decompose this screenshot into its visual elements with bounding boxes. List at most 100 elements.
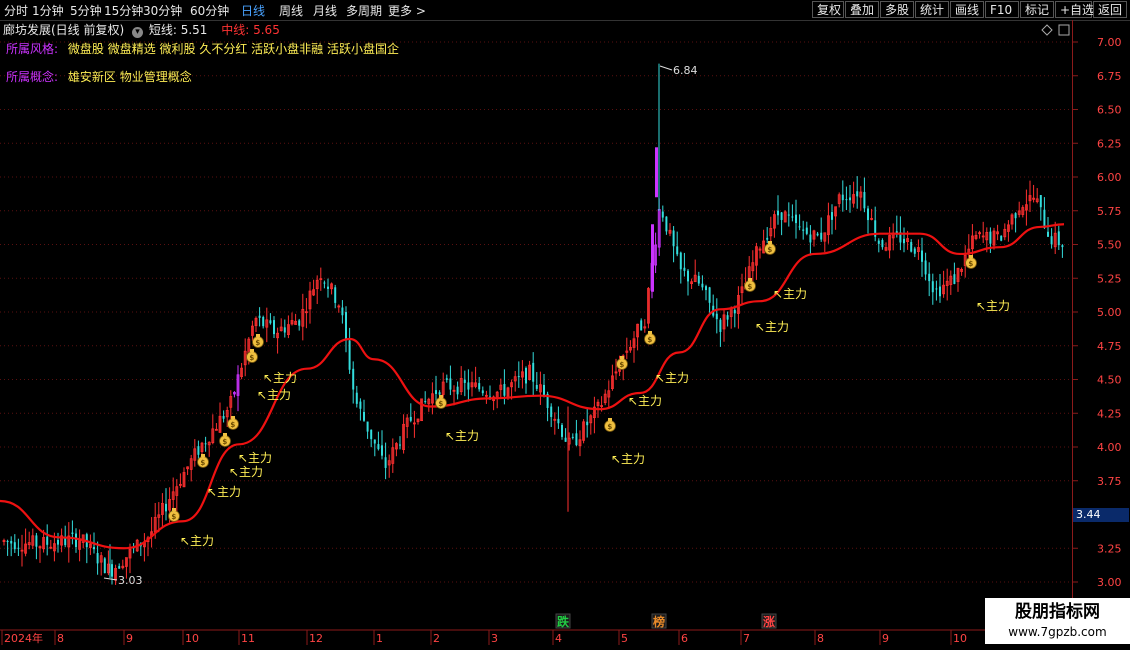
candle bbox=[85, 532, 88, 564]
zhuli-label: ↖主力 bbox=[628, 394, 662, 408]
candle bbox=[337, 304, 341, 313]
money-bag-icon: $ bbox=[168, 508, 180, 522]
candle bbox=[75, 528, 77, 553]
candle bbox=[197, 440, 200, 462]
candle bbox=[777, 195, 779, 225]
period-tab-9[interactable]: 多周期 bbox=[346, 2, 382, 19]
candle bbox=[906, 230, 909, 250]
candle bbox=[654, 232, 657, 274]
candle bbox=[798, 214, 801, 231]
toolbar-button-1[interactable]: 叠加 bbox=[845, 1, 879, 18]
candle bbox=[103, 557, 106, 574]
money-bag-icon: $ bbox=[227, 416, 239, 430]
candlestick-chart[interactable]: 6.843.03↖主力↖主力↖主力↖主力↖主力↖主力↖主力↖主力↖主力↖主力↖主… bbox=[0, 0, 1130, 650]
candle bbox=[672, 226, 675, 263]
candle bbox=[424, 391, 427, 404]
candle bbox=[812, 229, 816, 247]
toolbar-button-6[interactable]: 标记 bbox=[1020, 1, 1054, 18]
period-tab-5[interactable]: 60分钟 bbox=[190, 2, 229, 19]
candle bbox=[225, 406, 229, 428]
candle bbox=[258, 307, 261, 327]
candle bbox=[715, 298, 718, 334]
brand-name: 股朋指标网 bbox=[1015, 602, 1100, 622]
candle bbox=[409, 403, 412, 423]
time-label: 4 bbox=[555, 632, 562, 645]
concept-value: 雄安新区 物业管理概念 bbox=[67, 70, 192, 84]
candle bbox=[387, 454, 391, 478]
candle bbox=[478, 376, 481, 392]
candle bbox=[827, 202, 830, 244]
limit-up-candle bbox=[651, 224, 654, 292]
money-bag-icon: $ bbox=[197, 454, 209, 468]
candle bbox=[211, 414, 215, 445]
zhuli-label: ↖主力 bbox=[263, 371, 297, 385]
candle bbox=[640, 318, 643, 331]
candle bbox=[78, 529, 81, 562]
candle bbox=[722, 308, 726, 342]
zhuli-label: ↖主力 bbox=[207, 485, 241, 499]
candle bbox=[107, 550, 110, 576]
toolbar-button-5[interactable]: F10 bbox=[985, 1, 1019, 18]
svg-text:$: $ bbox=[607, 423, 612, 431]
toolbar-button-3[interactable]: 统计 bbox=[915, 1, 949, 18]
toolbar-button-4[interactable]: 画线 bbox=[950, 1, 984, 18]
candle bbox=[186, 466, 190, 476]
period-tab-0[interactable]: 分时 bbox=[4, 2, 28, 19]
toolbar-button-7[interactable]: +自选 bbox=[1055, 1, 1094, 18]
candle bbox=[445, 374, 448, 383]
style-row: 所属风格: 微盘股 微盘精选 微利股 久不分红 活跃小盘非融 活跃小盘国企 bbox=[6, 40, 399, 57]
candle bbox=[1057, 225, 1060, 250]
stock-title[interactable]: 廊坊发展(日线 前复权) bbox=[3, 23, 124, 37]
candle bbox=[953, 262, 956, 285]
candle bbox=[175, 479, 179, 512]
candle bbox=[820, 217, 823, 242]
candle bbox=[891, 223, 895, 251]
candle bbox=[837, 192, 841, 208]
period-tab-10[interactable]: 更多 > bbox=[388, 2, 426, 19]
period-tab-1[interactable]: 1分钟 bbox=[32, 2, 64, 19]
money-bag-icon: $ bbox=[435, 395, 447, 409]
candle bbox=[632, 331, 636, 363]
candle bbox=[603, 389, 607, 406]
candle bbox=[676, 231, 679, 257]
money-bag-icon: $ bbox=[252, 334, 264, 348]
period-tab-6[interactable]: 日线 bbox=[241, 2, 265, 19]
candle bbox=[521, 360, 524, 389]
candle bbox=[132, 543, 135, 554]
zhuli-label: ↖主力 bbox=[180, 534, 214, 548]
chevron-down-icon[interactable]: ▾ bbox=[132, 27, 144, 38]
info-bar: 廊坊发展(日线 前复权) ▾ 短线: 5.51 中线: 5.65 bbox=[3, 21, 280, 38]
toolbar-button-2[interactable]: 多股 bbox=[880, 1, 914, 18]
period-tab-3[interactable]: 15分钟 bbox=[104, 2, 143, 19]
candle bbox=[766, 227, 769, 244]
toolbar-button-0[interactable]: 复权 bbox=[812, 1, 844, 18]
candle bbox=[254, 316, 258, 332]
candle bbox=[636, 323, 639, 351]
current-price-tag: 3.44 bbox=[1073, 508, 1129, 522]
candle bbox=[459, 366, 463, 396]
candle bbox=[499, 378, 503, 398]
diamond-icon[interactable] bbox=[1041, 24, 1053, 39]
period-tab-2[interactable]: 5分钟 bbox=[70, 2, 102, 19]
candle bbox=[939, 274, 941, 303]
candle bbox=[917, 239, 920, 260]
money-bag-icon: $ bbox=[644, 331, 656, 345]
money-bag-icon: $ bbox=[764, 241, 776, 255]
candle bbox=[269, 313, 272, 325]
period-tab-7[interactable]: 周线 bbox=[279, 2, 303, 19]
candle bbox=[981, 221, 985, 244]
period-tab-4[interactable]: 30分钟 bbox=[143, 2, 182, 19]
candle bbox=[229, 390, 233, 423]
candle bbox=[571, 433, 574, 440]
candle bbox=[232, 391, 236, 398]
square-icon[interactable] bbox=[1058, 24, 1070, 39]
zhuli-label: ↖主力 bbox=[773, 287, 807, 301]
candle bbox=[315, 275, 319, 305]
candle bbox=[17, 538, 20, 557]
toolbar-button-8[interactable]: 返回 bbox=[1093, 1, 1127, 18]
candle bbox=[53, 532, 56, 562]
period-tab-8[interactable]: 月线 bbox=[313, 2, 337, 19]
candle bbox=[327, 278, 329, 298]
candle bbox=[834, 206, 837, 230]
candle bbox=[1050, 228, 1053, 249]
